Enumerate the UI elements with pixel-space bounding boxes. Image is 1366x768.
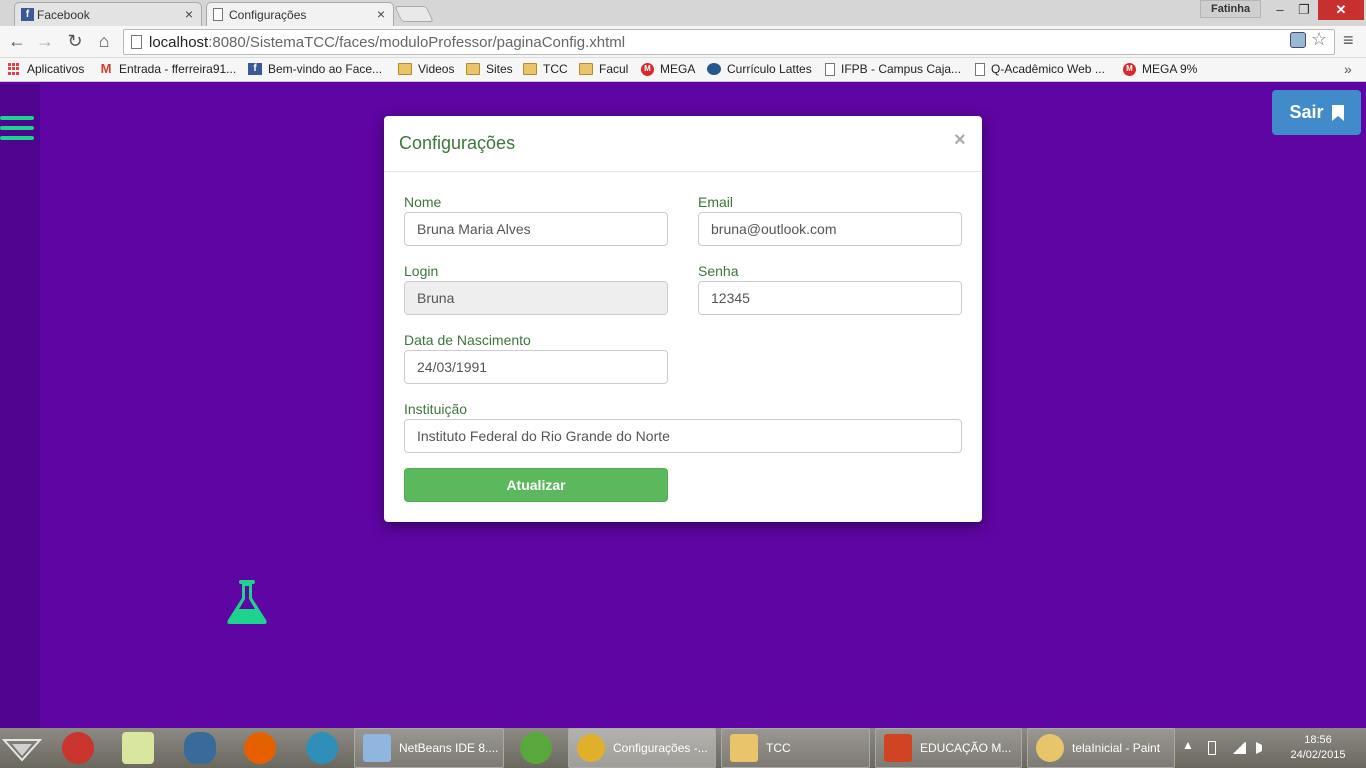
utorrent-icon[interactable] xyxy=(520,732,552,764)
ccleaner-icon[interactable] xyxy=(62,732,94,764)
profile-name[interactable]: Fatinha xyxy=(1200,0,1262,18)
page-content: Sair Configurações × Nome Bruna Maria Al… xyxy=(0,84,1366,728)
signal-icon[interactable] xyxy=(1232,742,1246,754)
folder-icon xyxy=(579,63,593,75)
instituicao-label: Instituição xyxy=(404,401,468,417)
url-text: localhost:8080/SistemaTCC/faces/moduloPr… xyxy=(149,34,626,51)
volume-icon[interactable] xyxy=(1256,742,1268,754)
modal-header: Configurações × xyxy=(384,116,982,172)
bookmark-mega-9[interactable]: M MEGA 9% xyxy=(1123,62,1197,76)
firefox-icon[interactable] xyxy=(244,732,276,764)
clock-date: 24/02/2015 xyxy=(1290,749,1346,761)
taskbar-item-tcc[interactable]: TCC xyxy=(721,728,870,768)
flask-icon xyxy=(227,580,267,624)
taskbar-item-netbeans[interactable]: NetBeans IDE 8.... xyxy=(354,728,504,768)
back-icon[interactable]: ← xyxy=(6,30,28,52)
folder-icon xyxy=(398,63,412,75)
new-tab-button[interactable] xyxy=(394,6,434,22)
taskbar-item-paint[interactable]: telaInicial - Paint xyxy=(1027,728,1175,768)
powerpoint-icon xyxy=(884,734,912,762)
mega-icon: M xyxy=(641,62,654,76)
folder-icon xyxy=(523,63,537,75)
bookmark-ifpb[interactable]: IFPB - Campus Caja... xyxy=(825,62,961,76)
logout-label: Sair xyxy=(1289,102,1324,122)
folder-icon xyxy=(466,63,480,75)
bookmark-qacademico[interactable]: Q-Acadêmico Web ... xyxy=(975,62,1105,76)
bookmark-icon xyxy=(1331,104,1344,121)
netbeans-icon xyxy=(363,734,391,762)
nascimento-input[interactable]: 24/03/1991 xyxy=(404,350,668,384)
nome-label: Nome xyxy=(404,194,442,210)
postgresql-icon[interactable] xyxy=(184,732,216,764)
email-label: Email xyxy=(698,194,734,210)
senha-input[interactable]: 12345 xyxy=(698,281,962,315)
nome-input[interactable]: Bruna Maria Alves xyxy=(404,212,668,246)
bookmark-aplicativos[interactable]: Aplicativos xyxy=(8,62,84,76)
hamburger-menu-icon[interactable] xyxy=(0,116,34,146)
facebook-icon: f xyxy=(248,63,262,75)
start-icon[interactable] xyxy=(2,734,42,764)
bookmark-facebook[interactable]: f Bem-vindo ao Face... xyxy=(248,62,382,76)
instituicao-input[interactable]: Instituto Federal do Rio Grande do Norte xyxy=(404,419,962,453)
sidebar xyxy=(0,84,40,728)
bookmarks-overflow-icon[interactable]: » xyxy=(1344,61,1352,77)
nascimento-label: Data de Nascimento xyxy=(404,332,531,348)
close-tab-icon[interactable]: × xyxy=(185,6,193,22)
tab-title: Facebook xyxy=(37,7,90,22)
chrome-menu-icon[interactable]: ≡ xyxy=(1343,30,1354,51)
tab-strip: f Facebook × Configurações × Fatinha – ❐… xyxy=(0,0,1366,26)
login-input: Bruna xyxy=(404,281,668,315)
bookmark-facul[interactable]: Facul xyxy=(579,62,628,76)
update-button[interactable]: Atualizar xyxy=(404,468,668,502)
apps-icon xyxy=(8,62,21,76)
facebook-icon: f xyxy=(21,8,34,21)
close-tab-icon[interactable]: × xyxy=(377,6,385,22)
settings-modal: Configurações × Nome Bruna Maria Alves E… xyxy=(384,116,982,522)
tab-facebook[interactable]: f Facebook × xyxy=(14,2,202,26)
tab-title: Configurações xyxy=(229,7,307,22)
paint-icon xyxy=(1036,734,1064,762)
bookmark-lattes[interactable]: Currículo Lattes xyxy=(707,62,812,76)
forward-icon[interactable]: → xyxy=(34,30,56,52)
bookmark-star-icon[interactable]: ☆ xyxy=(1311,29,1327,50)
senha-label: Senha xyxy=(698,263,739,279)
mega-icon: M xyxy=(1123,62,1136,76)
tab-configuracoes[interactable]: Configurações × xyxy=(206,2,394,26)
folder-icon xyxy=(730,734,758,762)
sourcetree-icon[interactable] xyxy=(306,732,338,764)
taskbar-item-chrome[interactable]: Configurações -... xyxy=(568,728,716,768)
bookmark-mega[interactable]: M MEGA xyxy=(641,62,695,76)
clock-time: 18:56 xyxy=(1304,734,1332,746)
bookmark-gmail[interactable]: M Entrada - fferreira91... xyxy=(99,61,237,76)
page-icon xyxy=(975,62,985,76)
bookmark-videos[interactable]: Videos xyxy=(398,62,454,76)
notepad-icon[interactable] xyxy=(122,732,154,764)
page-icon xyxy=(825,62,835,76)
bookmarks-bar: Aplicativos M Entrada - fferreira91... f… xyxy=(0,58,1366,82)
close-icon[interactable]: × xyxy=(954,129,966,152)
browser-toolbar: ← → ↻ ⌂ localhost:8080/SistemaTCC/faces/… xyxy=(0,26,1366,58)
home-icon[interactable]: ⌂ xyxy=(93,30,115,52)
bookmark-tcc[interactable]: TCC xyxy=(523,62,568,76)
close-window-button[interactable]: ✕ xyxy=(1318,0,1364,20)
taskbar: NetBeans IDE 8.... Configurações -... TC… xyxy=(0,728,1366,768)
tray-arrow-icon[interactable]: ▲ xyxy=(1182,738,1194,752)
bookmark-sites[interactable]: Sites xyxy=(466,62,513,76)
extension-icon[interactable] xyxy=(1290,32,1306,48)
chrome-icon xyxy=(577,734,605,762)
taskbar-item-powerpoint[interactable]: EDUCAÇÃO M... xyxy=(875,728,1022,768)
battery-icon[interactable] xyxy=(1208,741,1216,755)
clock[interactable]: 18:56 24/02/2015 xyxy=(1282,733,1354,763)
address-bar[interactable]: localhost:8080/SistemaTCC/faces/moduloPr… xyxy=(123,29,1335,55)
login-label: Login xyxy=(404,263,439,279)
page-icon xyxy=(131,35,142,49)
gmail-icon: M xyxy=(100,61,112,76)
lattes-icon xyxy=(707,63,721,75)
logout-button[interactable]: Sair xyxy=(1272,90,1361,135)
page-icon xyxy=(213,8,223,21)
email-input[interactable]: bruna@outlook.com xyxy=(698,212,962,246)
modal-title: Configurações xyxy=(399,133,516,153)
reload-icon[interactable]: ↻ xyxy=(64,30,86,52)
maximize-button[interactable]: ❐ xyxy=(1290,0,1318,20)
